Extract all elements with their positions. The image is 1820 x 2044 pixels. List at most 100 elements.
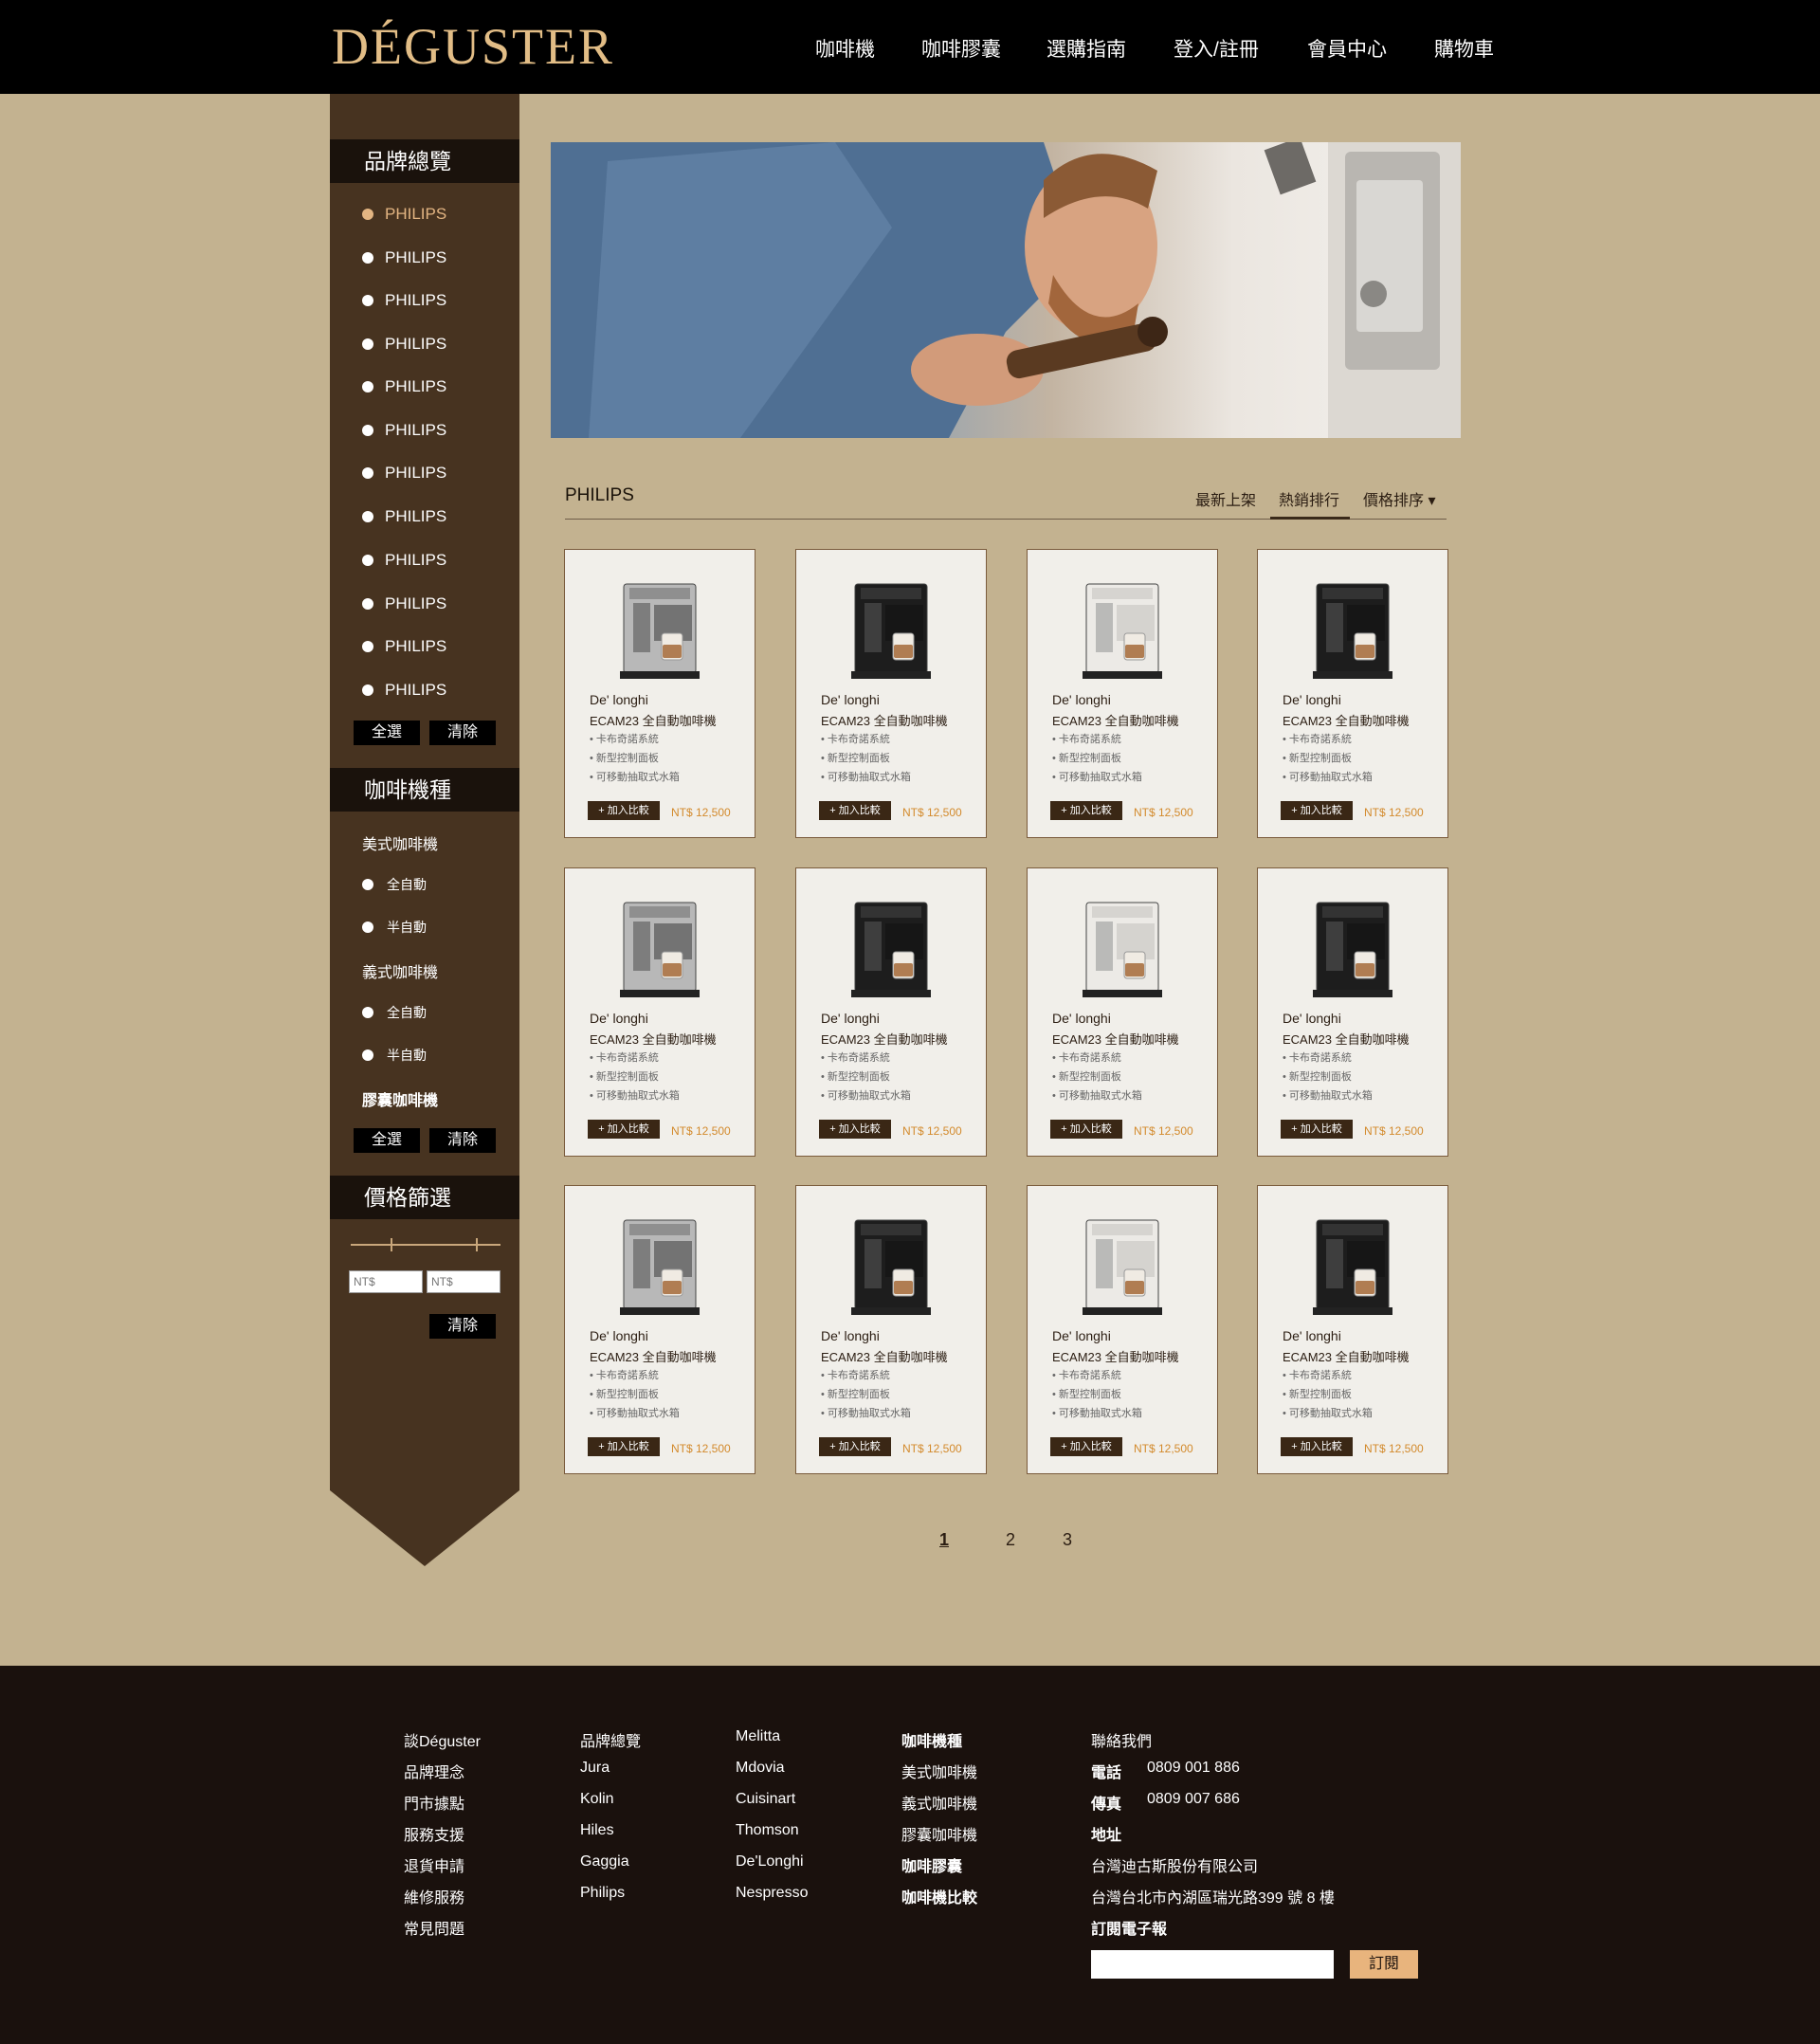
add-to-compare-button[interactable]: + 加入比較 (1281, 1437, 1353, 1456)
capsule-coffee-category[interactable]: 膠囊咖啡機 (362, 1087, 438, 1110)
type-select-all-button[interactable]: 全選 (354, 1128, 420, 1153)
coffee-machine-image[interactable] (851, 1213, 931, 1319)
newsletter-email-input[interactable] (1091, 1950, 1334, 1979)
footer-link-col4[interactable]: 義式咖啡機 (901, 1791, 977, 1814)
footer-link-col3[interactable]: Nespresso (736, 1885, 808, 1902)
italian-semi-auto-option[interactable]: 半自動 (362, 1046, 427, 1065)
product-card[interactable]: De' longhi ECAM23 全自動咖啡機 • 卡布奇諾系統 • 新型控制… (1027, 1185, 1218, 1474)
footer-link-col2[interactable]: Philips (580, 1885, 625, 1902)
page-1[interactable]: 1 (939, 1530, 949, 1550)
american-coffee-category[interactable]: 美式咖啡機 (362, 831, 438, 854)
brand-item[interactable]: PHILIPS (362, 335, 446, 354)
footer-link-col1[interactable]: 退貨申請 (404, 1853, 464, 1876)
product-card[interactable]: De' longhi ECAM23 全自動咖啡機 • 卡布奇諾系統 • 新型控制… (1027, 549, 1218, 838)
product-card[interactable]: De' longhi ECAM23 全自動咖啡機 • 卡布奇諾系統 • 新型控制… (795, 549, 987, 838)
product-model[interactable]: ECAM23 全自動咖啡機 (590, 711, 717, 729)
coffee-machine-image[interactable] (851, 895, 931, 1001)
footer-link-col2[interactable]: Jura (580, 1760, 610, 1777)
product-model[interactable]: ECAM23 全自動咖啡機 (821, 1030, 948, 1048)
nav-login-register[interactable]: 登入/註冊 (1174, 34, 1259, 63)
add-to-compare-button[interactable]: + 加入比較 (1050, 1120, 1122, 1139)
add-to-compare-button[interactable]: + 加入比較 (1281, 801, 1353, 820)
brand-item[interactable]: PHILIPS (362, 291, 446, 310)
brand-item[interactable]: PHILIPS (362, 551, 446, 570)
add-to-compare-button[interactable]: + 加入比較 (588, 1437, 660, 1456)
brand-item[interactable]: PHILIPS (362, 421, 446, 440)
footer-link-col3[interactable]: Cuisinart (736, 1791, 795, 1808)
coffee-machine-image[interactable] (1083, 1213, 1162, 1319)
product-card[interactable]: De' longhi ECAM23 全自動咖啡機 • 卡布奇諾系統 • 新型控制… (564, 1185, 755, 1474)
coffee-machine-image[interactable] (620, 895, 700, 1001)
add-to-compare-button[interactable]: + 加入比較 (1281, 1120, 1353, 1139)
footer-link-col3[interactable]: Melitta (736, 1728, 780, 1745)
brand-item[interactable]: PHILIPS (362, 464, 446, 483)
coffee-machine-image[interactable] (620, 576, 700, 683)
brand-item[interactable]: PHILIPS (362, 377, 446, 396)
brand-select-all-button[interactable]: 全選 (354, 721, 420, 745)
add-to-compare-button[interactable]: + 加入比較 (588, 801, 660, 820)
add-to-compare-button[interactable]: + 加入比較 (588, 1120, 660, 1139)
price-min-input[interactable] (349, 1270, 423, 1293)
page-3[interactable]: 3 (1063, 1530, 1072, 1550)
product-model[interactable]: ECAM23 全自動咖啡機 (1052, 1030, 1179, 1048)
brand-item[interactable]: PHILIPS (362, 248, 446, 267)
nav-member-center[interactable]: 會員中心 (1307, 34, 1387, 63)
subscribe-button[interactable]: 訂閱 (1350, 1950, 1418, 1979)
product-model[interactable]: ECAM23 全自動咖啡機 (821, 711, 948, 729)
footer-link-col2[interactable]: Kolin (580, 1791, 614, 1808)
coffee-machine-image[interactable] (1083, 895, 1162, 1001)
footer-link-col4[interactable]: 咖啡機比較 (901, 1885, 977, 1907)
add-to-compare-button[interactable]: + 加入比較 (819, 1120, 891, 1139)
coffee-machine-image[interactable] (1083, 576, 1162, 683)
add-to-compare-button[interactable]: + 加入比較 (1050, 1437, 1122, 1456)
italian-full-auto-option[interactable]: 全自動 (362, 1003, 427, 1022)
nav-buying-guide[interactable]: 選購指南 (1046, 34, 1126, 63)
price-max-input[interactable] (427, 1270, 500, 1293)
product-card[interactable]: De' longhi ECAM23 全自動咖啡機 • 卡布奇諾系統 • 新型控制… (1027, 867, 1218, 1157)
logo[interactable]: DÉGUSTER (332, 17, 614, 76)
page-2[interactable]: 2 (1006, 1530, 1015, 1550)
product-model[interactable]: ECAM23 全自動咖啡機 (1283, 711, 1410, 729)
footer-link-col4[interactable]: 咖啡膠囊 (901, 1853, 962, 1876)
italian-coffee-category[interactable]: 義式咖啡機 (362, 959, 438, 982)
add-to-compare-button[interactable]: + 加入比較 (819, 1437, 891, 1456)
product-card[interactable]: De' longhi ECAM23 全自動咖啡機 • 卡布奇諾系統 • 新型控制… (1257, 867, 1448, 1157)
footer-link-col1[interactable]: 門市據點 (404, 1791, 464, 1814)
product-model[interactable]: ECAM23 全自動咖啡機 (1052, 711, 1179, 729)
coffee-machine-image[interactable] (1313, 576, 1392, 683)
price-slider-max-handle[interactable] (476, 1238, 478, 1251)
sort-best-selling[interactable]: 熱銷排行 (1279, 487, 1339, 510)
price-slider-track[interactable] (351, 1244, 500, 1246)
footer-link-col2[interactable]: Gaggia (580, 1853, 629, 1871)
brand-item[interactable]: PHILIPS (362, 637, 446, 656)
tel-number[interactable]: 0809 001 886 (1147, 1760, 1240, 1777)
price-slider-min-handle[interactable] (391, 1238, 392, 1251)
product-card[interactable]: De' longhi ECAM23 全自動咖啡機 • 卡布奇諾系統 • 新型控制… (795, 867, 987, 1157)
brand-item[interactable]: PHILIPS (362, 594, 446, 613)
footer-link-col1[interactable]: 常見問題 (404, 1916, 464, 1939)
sort-newest[interactable]: 最新上架 (1195, 487, 1256, 510)
product-card[interactable]: De' longhi ECAM23 全自動咖啡機 • 卡布奇諾系統 • 新型控制… (1257, 1185, 1448, 1474)
american-full-auto-option[interactable]: 全自動 (362, 875, 427, 894)
nav-cart[interactable]: 購物車 (1434, 34, 1494, 63)
brand-item[interactable]: PHILIPS (362, 507, 446, 526)
brand-clear-button[interactable]: 清除 (429, 721, 496, 745)
footer-link-col3[interactable]: De'Longhi (736, 1853, 804, 1871)
footer-link-col1[interactable]: 維修服務 (404, 1885, 464, 1907)
type-clear-button[interactable]: 清除 (429, 1128, 496, 1153)
product-card[interactable]: De' longhi ECAM23 全自動咖啡機 • 卡布奇諾系統 • 新型控制… (564, 867, 755, 1157)
add-to-compare-button[interactable]: + 加入比較 (819, 801, 891, 820)
product-model[interactable]: ECAM23 全自動咖啡機 (590, 1347, 717, 1365)
coffee-machine-image[interactable] (851, 576, 931, 683)
product-model[interactable]: ECAM23 全自動咖啡機 (1283, 1347, 1410, 1365)
sort-price[interactable]: 價格排序 ▾ (1363, 487, 1435, 510)
coffee-machine-image[interactable] (1313, 895, 1392, 1001)
footer-link-col1[interactable]: 服務支援 (404, 1822, 464, 1845)
product-model[interactable]: ECAM23 全自動咖啡機 (1283, 1030, 1410, 1048)
brand-item[interactable]: PHILIPS (362, 205, 446, 224)
american-semi-auto-option[interactable]: 半自動 (362, 918, 427, 937)
footer-link-col2[interactable]: Hiles (580, 1822, 614, 1839)
product-model[interactable]: ECAM23 全自動咖啡機 (1052, 1347, 1179, 1365)
product-card[interactable]: De' longhi ECAM23 全自動咖啡機 • 卡布奇諾系統 • 新型控制… (1257, 549, 1448, 838)
footer-link-col3[interactable]: Mdovia (736, 1760, 785, 1777)
